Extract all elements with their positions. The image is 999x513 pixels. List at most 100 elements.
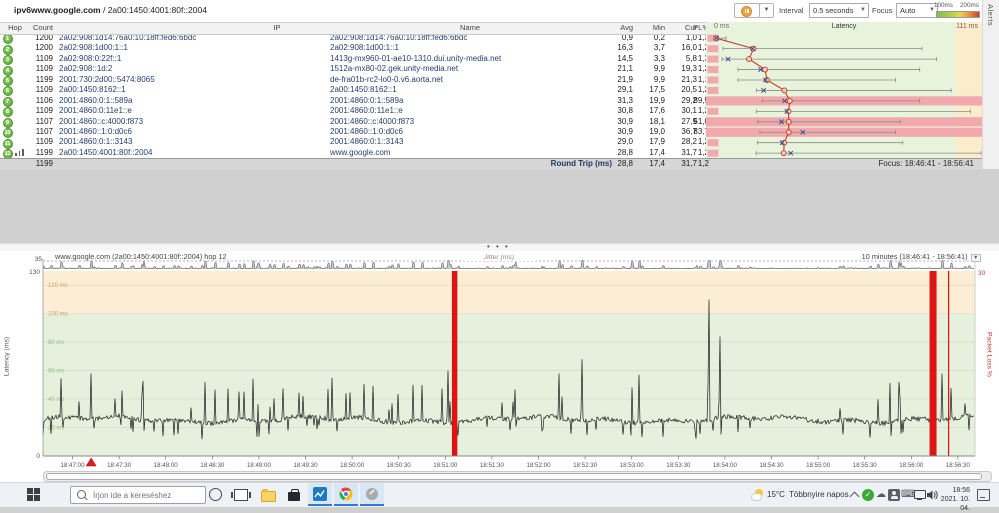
chevron-down-icon: ▼ bbox=[970, 253, 981, 262]
network-icon[interactable] bbox=[914, 489, 926, 501]
summary-min: 17,4 bbox=[649, 159, 665, 169]
svg-text:0: 0 bbox=[36, 453, 40, 460]
svg-text:18:49:00: 18:49:00 bbox=[247, 462, 272, 469]
col-header-min[interactable]: Min bbox=[629, 23, 665, 33]
keyboard-icon[interactable]: ⌨ bbox=[901, 489, 915, 501]
folder-icon bbox=[260, 488, 276, 502]
hop-ip: 2001:730:2d00::5474:8065 bbox=[59, 74, 155, 84]
pingplotter-app-button[interactable] bbox=[308, 483, 332, 506]
alerts-side-tab[interactable]: Alerts bbox=[982, 0, 999, 169]
briefcase-icon bbox=[288, 488, 300, 501]
action-center-icon[interactable] bbox=[977, 489, 990, 501]
hop-name: 2001:4860:0:1::3143 bbox=[330, 137, 404, 147]
svg-text:18:53:30: 18:53:30 bbox=[666, 462, 691, 469]
hop-pl: 1,2 bbox=[697, 43, 709, 53]
hop-min: 3,3 bbox=[653, 53, 665, 63]
hop-name: 2a00:1450:8162::1 bbox=[330, 85, 397, 95]
hop-avg: 29,1 bbox=[617, 85, 633, 95]
hop-min: 19,9 bbox=[649, 95, 665, 105]
hop-name: 1512a-mx80-02.gek.unity-media.net bbox=[330, 64, 459, 74]
hop-avg: 30,8 bbox=[617, 106, 633, 116]
antivirus-check-icon[interactable]: ✓ bbox=[862, 489, 874, 501]
timeline-position-marker[interactable] bbox=[85, 457, 97, 466]
hop-avg: 30,9 bbox=[617, 116, 633, 126]
svg-text:18:47:00: 18:47:00 bbox=[60, 462, 85, 469]
cortana-icon bbox=[208, 488, 222, 501]
latency-timeline-chart[interactable]: 20 ms40 ms60 ms80 ms100 ms120 ms18:47:00… bbox=[0, 251, 999, 482]
hop-ip: 2a00:1450:4001:80f::2004 bbox=[59, 147, 153, 157]
trace-target-ip: 2a00:1450:4001:80f::2004 bbox=[107, 5, 207, 15]
hop-count: 1199 bbox=[35, 147, 53, 157]
hop-ip: 2001:4860:0:11e1::e bbox=[59, 106, 132, 116]
col-header-pl[interactable]: PL% bbox=[673, 23, 709, 33]
svg-text:18:50:00: 18:50:00 bbox=[340, 462, 365, 469]
weather-temperature[interactable]: 15°C bbox=[767, 490, 785, 499]
weather-icon[interactable] bbox=[751, 489, 763, 501]
file-explorer-button[interactable] bbox=[256, 483, 280, 506]
svg-text:18:48:00: 18:48:00 bbox=[154, 462, 179, 469]
weather-condition[interactable]: Többnyire napos bbox=[789, 490, 849, 499]
svg-text:18:51:30: 18:51:30 bbox=[480, 462, 505, 469]
svg-text:100 ms: 100 ms bbox=[48, 311, 68, 317]
hop-ip: 2a02:908:0:22f::1 bbox=[59, 53, 122, 63]
tray-expand-chevron-icon[interactable] bbox=[849, 491, 860, 502]
svg-text:130: 130 bbox=[29, 269, 40, 276]
focus-select[interactable]: Auto ▼ bbox=[896, 3, 938, 18]
svg-text:18:56:30: 18:56:30 bbox=[946, 462, 971, 469]
search-input[interactable] bbox=[91, 488, 203, 502]
chrome-app-button[interactable] bbox=[334, 483, 358, 506]
packet-loss-bar bbox=[451, 270, 458, 456]
hop-min: 9,9 bbox=[653, 74, 665, 84]
start-button[interactable] bbox=[27, 488, 41, 502]
hop-ip: 2001:4860::c:4000:f873 bbox=[59, 116, 144, 126]
pingplotter-window: ipv6www.google.com / 2a00:1450:4001:80f:… bbox=[0, 0, 999, 482]
task-view-icon bbox=[231, 488, 251, 501]
hop-name: www.google.com bbox=[330, 147, 391, 157]
col-header-ip[interactable]: IP bbox=[200, 23, 354, 33]
col-header-name[interactable]: Name bbox=[400, 23, 540, 33]
scale-100ms-label: 100ms bbox=[934, 2, 953, 9]
hop-ip: 2001:4860:0:1::589a bbox=[59, 95, 133, 105]
round-trip-summary-row[interactable]: 1199 Round Trip (ms) 28,8 17,4 31,7 1,2 … bbox=[0, 158, 982, 171]
taskbar-search[interactable] bbox=[70, 486, 206, 504]
summary-avg: 28,8 bbox=[617, 159, 633, 169]
hop-pl: 1,2 bbox=[697, 147, 709, 157]
contact-app-icon[interactable] bbox=[888, 489, 900, 501]
task-view-button[interactable] bbox=[229, 483, 253, 506]
pause-button[interactable] bbox=[734, 3, 760, 18]
svg-text:18:52:00: 18:52:00 bbox=[526, 462, 551, 469]
taskbar-clock[interactable]: 18:56 2021. 10. 04. bbox=[930, 486, 970, 513]
paint-app-icon bbox=[366, 487, 378, 500]
hop-pl: 1,1 bbox=[697, 74, 709, 84]
svg-text:18:51:00: 18:51:00 bbox=[433, 462, 458, 469]
trace-host: ipv6www.google.com bbox=[14, 5, 101, 15]
interval-select[interactable]: 0.5 seconds ▼ bbox=[809, 3, 869, 18]
chrome-icon bbox=[339, 487, 353, 500]
hop-count: 1109 bbox=[35, 137, 53, 147]
hop-avg: 16,3 bbox=[617, 43, 633, 53]
onedrive-cloud-icon[interactable]: ☁ bbox=[875, 489, 887, 501]
clock-date: 2021. 10. 04. bbox=[940, 496, 970, 512]
scrollbar-thumb[interactable] bbox=[46, 472, 982, 480]
paint-app-button[interactable] bbox=[360, 483, 384, 506]
jitter-axis-label: Jitter (ms) bbox=[462, 254, 536, 261]
timeline-scrollbar[interactable] bbox=[43, 470, 992, 482]
hop-avg: 21,1 bbox=[617, 64, 633, 74]
hop-name: 2001:4860:0:11e1::e bbox=[330, 106, 403, 116]
search-icon bbox=[77, 490, 86, 499]
col-header-avg[interactable]: Avg bbox=[597, 23, 633, 33]
cortana-button[interactable] bbox=[203, 483, 227, 506]
jitter-series bbox=[42, 259, 975, 269]
summary-count: 1199 bbox=[35, 159, 53, 169]
hop-count: 1109 bbox=[35, 53, 53, 63]
col-header-count[interactable]: Count bbox=[20, 23, 53, 33]
latency-axis-max-label: 111 ms bbox=[956, 23, 978, 30]
hop-min: 18,1 bbox=[649, 116, 665, 126]
pause-dropdown-arrow[interactable]: ▼ bbox=[759, 3, 774, 18]
latency-scale-gradient bbox=[936, 11, 980, 18]
interval-label: Interval bbox=[779, 6, 804, 15]
scale-200ms-label: 200ms bbox=[960, 2, 979, 9]
briefcase-app-button[interactable] bbox=[282, 483, 306, 506]
hop-ip: 2a00:1450:8162::1 bbox=[59, 85, 126, 95]
time-range-selector[interactable]: 10 minutes (18:46:41 - 18:56:41) ▼ bbox=[862, 252, 981, 262]
